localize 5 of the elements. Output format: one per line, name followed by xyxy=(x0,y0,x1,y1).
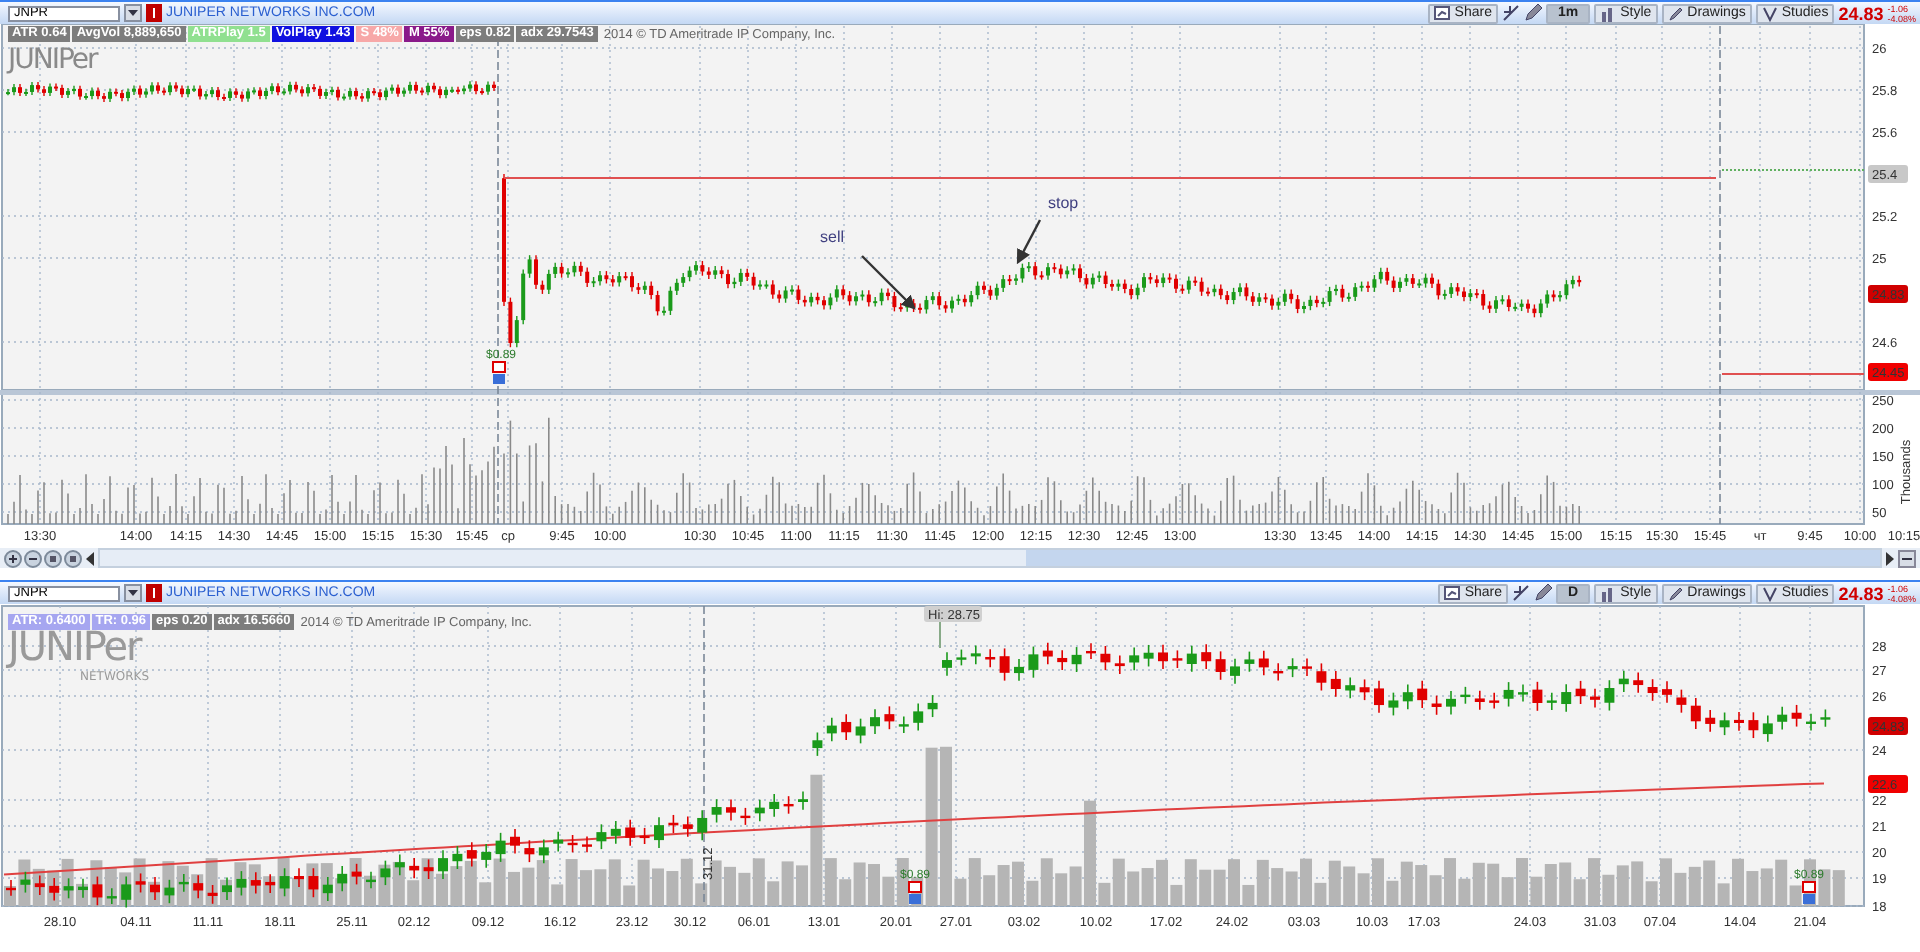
annotation-label: stop xyxy=(1048,194,1079,212)
logo-text: JUNIPer xyxy=(8,44,97,76)
last-price: 24.83 xyxy=(1838,583,1884,603)
annotation-label: sell xyxy=(820,228,845,246)
last-price: 24.83 xyxy=(1838,3,1884,23)
